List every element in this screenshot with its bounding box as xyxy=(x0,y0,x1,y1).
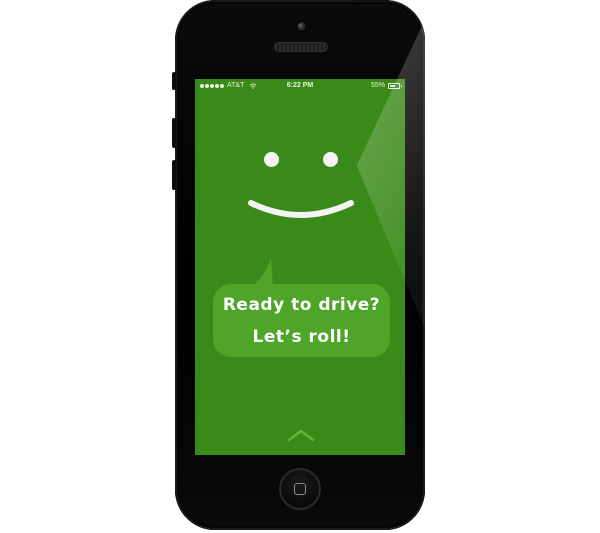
message-line-2: Let’s roll! xyxy=(252,327,351,347)
status-right: 55% xyxy=(370,79,402,92)
home-square-icon xyxy=(294,483,306,495)
phone-device: AT&T 6:22 PM 55% Ready to drive? Let’s r… xyxy=(172,0,425,530)
front-camera xyxy=(296,21,307,32)
power-button xyxy=(353,0,389,1)
right-eye-icon xyxy=(323,152,338,167)
left-eye-icon xyxy=(264,152,279,167)
speech-bubble: Ready to drive? Let’s roll! xyxy=(213,284,390,357)
earpiece-speaker xyxy=(274,42,328,52)
status-bar: AT&T 6:22 PM 55% xyxy=(195,79,405,92)
volume-up-button xyxy=(172,118,176,148)
app-screen: AT&T 6:22 PM 55% Ready to drive? Let’s r… xyxy=(195,79,405,455)
battery-icon xyxy=(388,82,402,89)
smile-icon xyxy=(248,200,354,218)
message-line-1: Ready to drive? xyxy=(222,295,381,315)
home-button[interactable] xyxy=(279,468,321,510)
chevron-up-icon[interactable] xyxy=(286,428,316,442)
mute-switch xyxy=(172,72,176,90)
volume-down-button xyxy=(172,160,176,190)
battery-percent: 55% xyxy=(370,82,385,89)
